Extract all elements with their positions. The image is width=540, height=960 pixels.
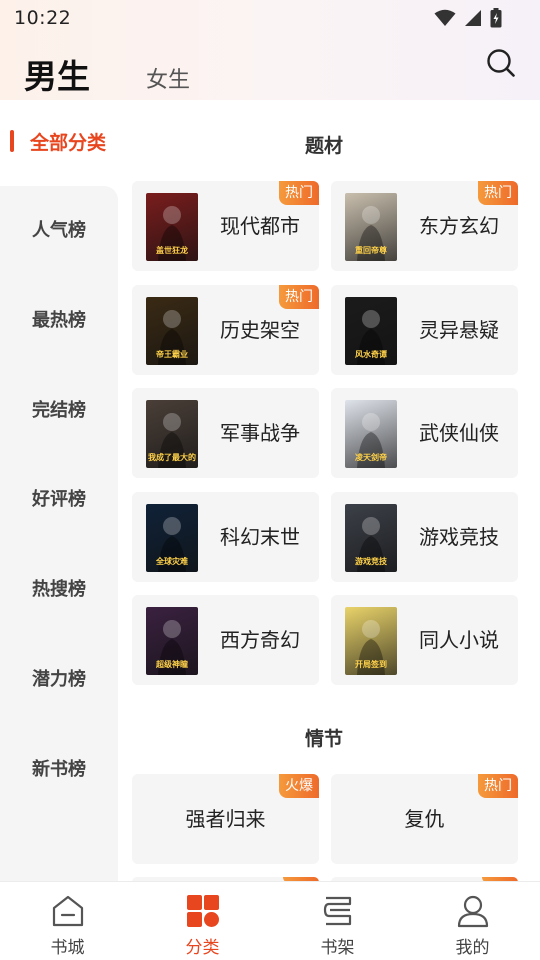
svg-text:重回帝尊: 重回帝尊 bbox=[355, 245, 387, 255]
genre-card[interactable]: 重回帝尊 东方玄幻 热门 bbox=[331, 181, 518, 271]
hot-badge: 热门 bbox=[279, 285, 319, 309]
nav-label: 书架 bbox=[320, 938, 355, 958]
book-cover-image: 风水奇谭 bbox=[345, 297, 397, 365]
genre-card-label: 武侠仙侠 bbox=[419, 421, 499, 445]
svg-text:开局签到: 开局签到 bbox=[355, 659, 387, 669]
svg-text:超级神瞳: 超级神瞳 bbox=[155, 659, 188, 669]
sidebar-item-top-rated[interactable]: 好评榜 bbox=[0, 480, 118, 520]
hot-badge: 热门 bbox=[478, 181, 518, 205]
active-indicator bbox=[10, 130, 14, 152]
status-time: 10:22 bbox=[14, 7, 72, 29]
genre-card[interactable]: 全球灾难 科幻末世 bbox=[132, 492, 319, 582]
svg-text:风水奇谭: 风水奇谭 bbox=[355, 349, 387, 359]
book-cover-image: 盖世狂龙 bbox=[146, 193, 198, 261]
svg-text:凌天剑帝: 凌天剑帝 bbox=[355, 452, 387, 462]
wifi-icon bbox=[434, 9, 456, 26]
book-cover-image: 游戏竞技 bbox=[345, 504, 397, 572]
nav-profile[interactable]: 我的 bbox=[405, 882, 540, 960]
bookshelf-icon bbox=[323, 896, 351, 926]
genre-card[interactable]: 超级神瞳 西方奇幻 bbox=[132, 595, 319, 685]
book-cover-image: 全球灾难 bbox=[146, 504, 198, 572]
sidebar-item-trending[interactable]: 热搜榜 bbox=[0, 570, 118, 610]
sidebar-item-completed[interactable]: 完结榜 bbox=[0, 391, 118, 431]
hot-badge: 火爆 bbox=[279, 774, 319, 798]
section-title-plot: 情节 bbox=[304, 728, 343, 750]
genre-card-label: 西方奇幻 bbox=[220, 628, 300, 652]
nav-label: 我的 bbox=[455, 938, 490, 958]
book-cover-image: 凌天剑帝 bbox=[345, 400, 397, 468]
genre-card-label: 游戏竞技 bbox=[419, 525, 499, 549]
sidebar-active-label: 全部分类 bbox=[30, 132, 107, 154]
nav-bookstore[interactable]: 书城 bbox=[0, 882, 135, 960]
nav-category[interactable]: 分类 bbox=[135, 882, 270, 960]
section-title-topic: 题材 bbox=[304, 135, 343, 157]
book-cover-image: 重回帝尊 bbox=[345, 193, 397, 261]
sidebar-item-popular[interactable]: 人气榜 bbox=[0, 211, 118, 251]
battery-icon bbox=[490, 8, 502, 28]
top-header: 男生 女生 bbox=[0, 40, 540, 100]
nav-label: 书城 bbox=[50, 938, 85, 958]
tab-female[interactable]: 女生 bbox=[146, 62, 190, 94]
hot-badge: 热门 bbox=[478, 774, 518, 798]
status-bar: 10:22 bbox=[0, 0, 540, 36]
sidebar-item-potential[interactable]: 潜力榜 bbox=[0, 660, 118, 700]
nav-label: 分类 bbox=[185, 938, 220, 958]
plot-card-comeback[interactable]: 强者归来 火爆 bbox=[132, 774, 319, 864]
genre-card-label: 灵异悬疑 bbox=[419, 318, 499, 342]
system-icons bbox=[434, 8, 502, 28]
hot-badge: 热门 bbox=[279, 181, 319, 205]
nav-bookshelf[interactable]: 书架 bbox=[270, 882, 405, 960]
category-icon bbox=[186, 895, 219, 927]
genre-card[interactable]: 帝王霸业 历史架空 热门 bbox=[132, 285, 319, 375]
sidebar-item-hottest[interactable]: 最热榜 bbox=[0, 301, 118, 341]
genre-card[interactable]: 盖世狂龙 现代都市 热门 bbox=[132, 181, 319, 271]
svg-text:我成了最大的: 我成了最大的 bbox=[148, 452, 196, 462]
sidebar-item-all-categories[interactable]: 全部分类 bbox=[0, 118, 118, 164]
svg-text:盖世狂龙: 盖世狂龙 bbox=[156, 245, 188, 255]
bottom-navigation: 书城 分类 书架 我的 bbox=[0, 881, 540, 960]
book-cover-image: 开局签到 bbox=[345, 607, 397, 675]
genre-card[interactable]: 凌天剑帝 武侠仙侠 bbox=[331, 388, 518, 478]
genre-card[interactable]: 开局签到 同人小说 bbox=[331, 595, 518, 685]
book-cover-image: 帝王霸业 bbox=[146, 297, 198, 365]
genre-card-label: 科幻末世 bbox=[220, 525, 300, 549]
svg-text:游戏竞技: 游戏竞技 bbox=[355, 556, 388, 566]
sidebar: 人气榜 最热榜 完结榜 好评榜 热搜榜 潜力榜 新书榜 bbox=[0, 186, 118, 886]
bookstore-icon bbox=[52, 895, 83, 927]
genre-card-label: 同人小说 bbox=[419, 628, 499, 652]
sidebar-item-new-books[interactable]: 新书榜 bbox=[0, 750, 118, 790]
svg-text:帝王霸业: 帝王霸业 bbox=[156, 349, 188, 359]
book-cover-image: 我成了最大的 bbox=[146, 400, 198, 468]
genre-card[interactable]: 风水奇谭 灵异悬疑 bbox=[331, 285, 518, 375]
genre-card-label: 军事战争 bbox=[220, 421, 300, 445]
signal-icon bbox=[465, 10, 481, 26]
tab-male[interactable]: 男生 bbox=[24, 50, 90, 98]
book-cover-image: 超级神瞳 bbox=[146, 607, 198, 675]
genre-card[interactable]: 我成了最大的 军事战争 bbox=[132, 388, 319, 478]
plot-card-revenge[interactable]: 复仇 热门 bbox=[331, 774, 518, 864]
profile-icon bbox=[457, 895, 488, 928]
svg-text:全球灾难: 全球灾难 bbox=[155, 556, 188, 566]
search-icon[interactable] bbox=[486, 48, 516, 78]
genre-card[interactable]: 游戏竞技 游戏竞技 bbox=[331, 492, 518, 582]
